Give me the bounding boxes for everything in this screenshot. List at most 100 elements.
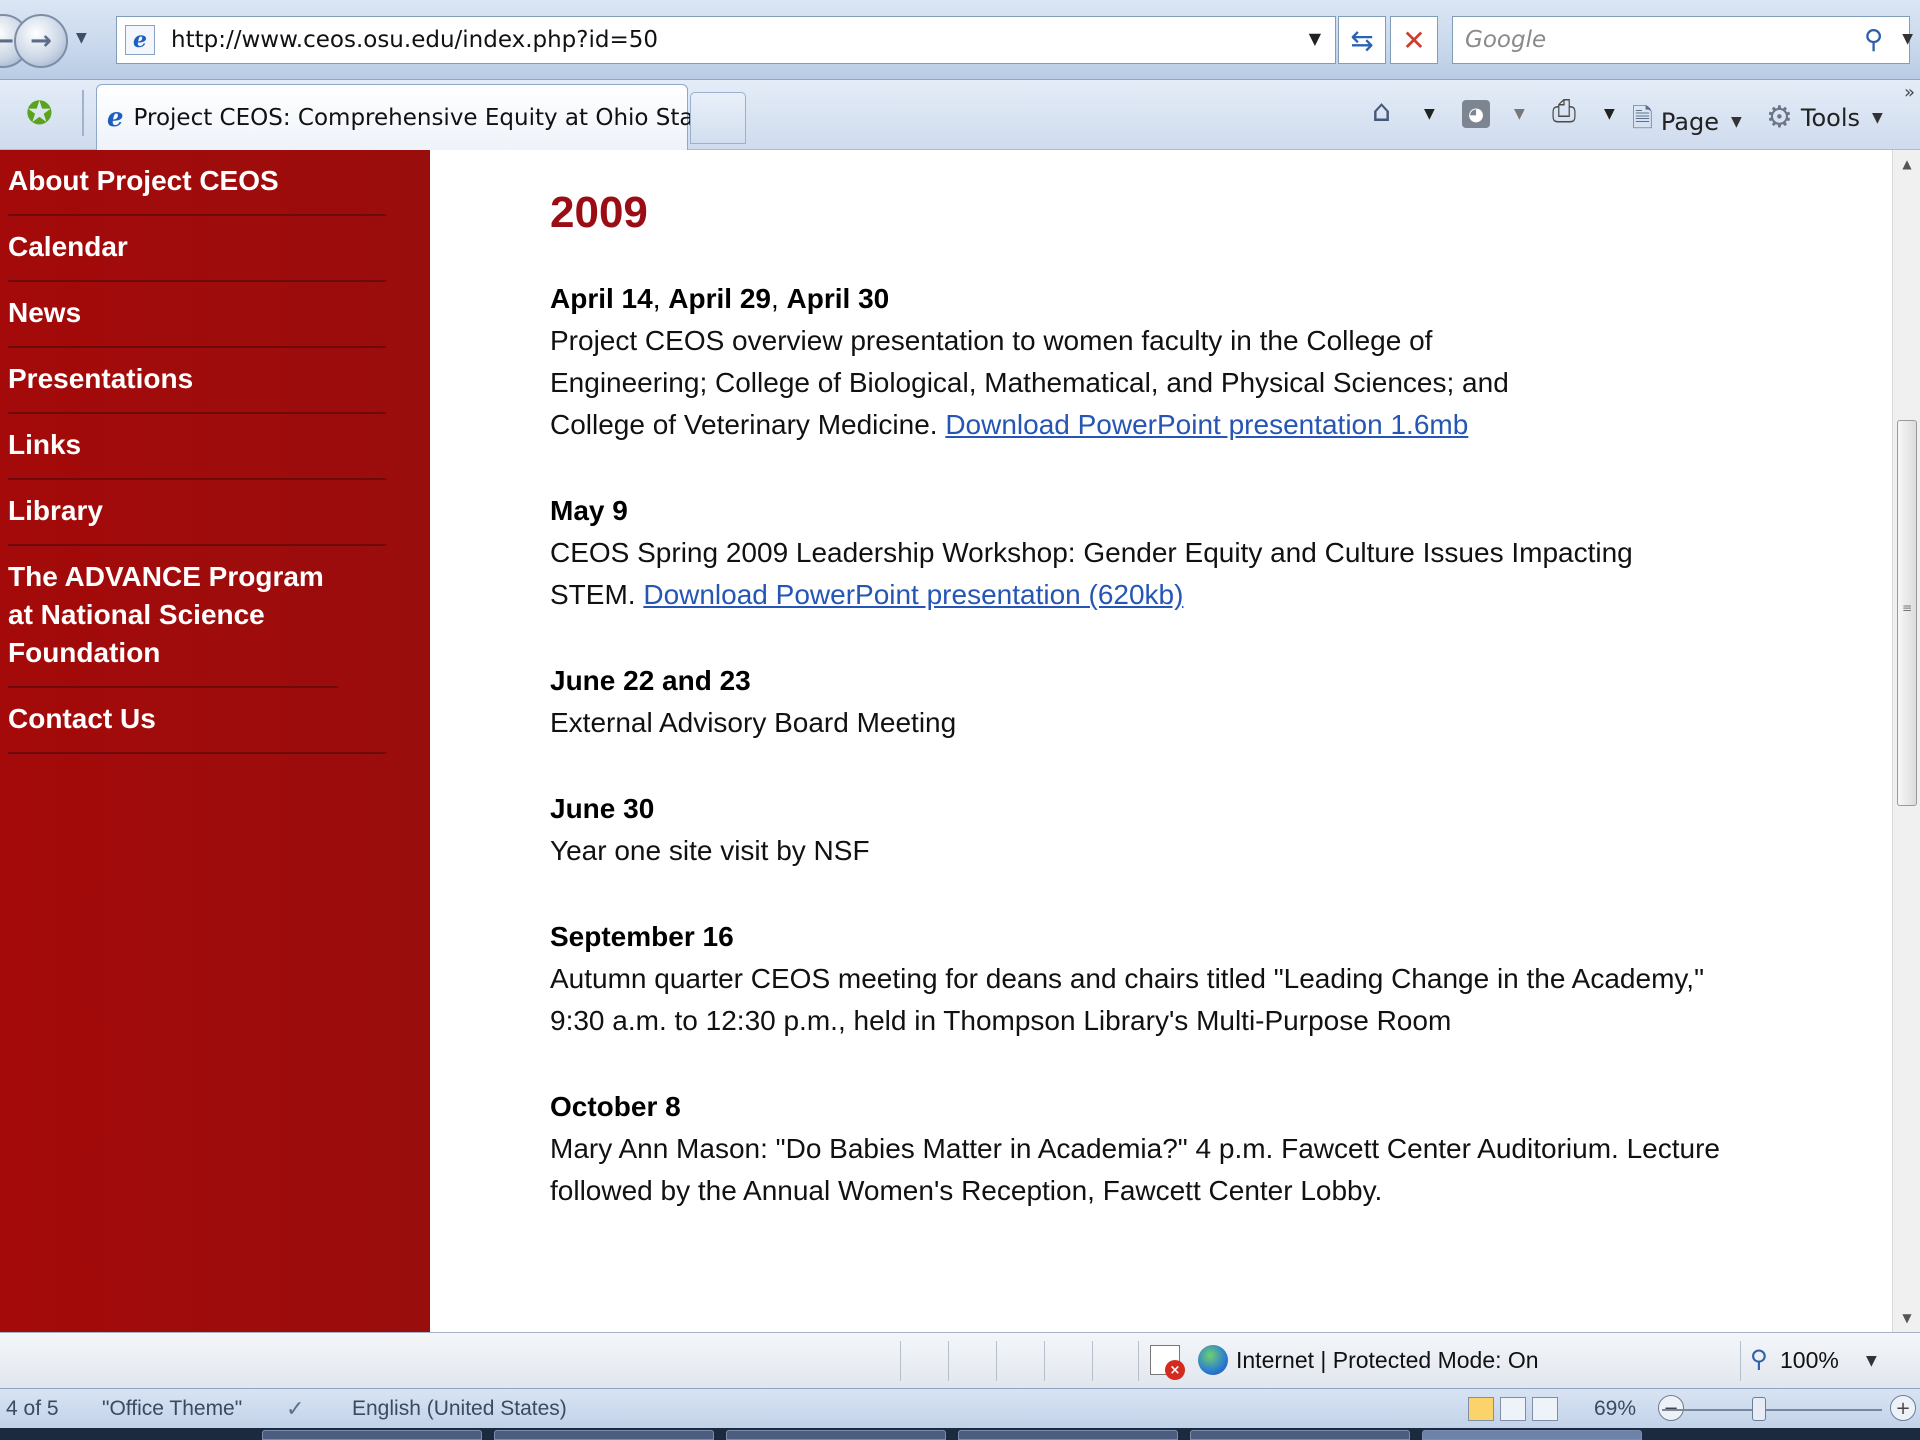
scroll-down-arrow-icon[interactable]: ▼ [1893,1304,1920,1332]
address-bar[interactable]: e http://www.ceos.osu.edu/index.php?id=5… [116,16,1336,64]
normal-view-icon[interactable] [1468,1397,1494,1421]
toolbar-divider [82,90,84,136]
sidebar-item-calendar[interactable]: Calendar [8,216,386,282]
vertical-scrollbar[interactable]: ▲ ≡ ▼ [1892,150,1920,1332]
sidebar-item-links[interactable]: Links [8,414,386,480]
page-menu-label: Page [1660,108,1720,136]
language-indicator[interactable]: English (United States) [352,1397,567,1421]
taskbar-button[interactable] [262,1430,482,1440]
event-date: September 16 [550,921,734,952]
windows-taskbar [0,1428,1920,1440]
status-divider [900,1341,901,1381]
taskbar-button[interactable] [958,1430,1178,1440]
year-heading: 2009 [550,188,648,237]
taskbar-button-active[interactable] [1422,1430,1642,1440]
main-content: 2009 April 14, April 29, April 30 Projec… [550,150,1870,1212]
scrollbar-thumb[interactable]: ≡ [1897,420,1917,806]
search-placeholder[interactable]: Google [1465,27,1546,53]
zoom-in-icon[interactable]: + [1890,1395,1916,1421]
spellcheck-icon[interactable]: ✓ [286,1397,304,1422]
page-menu-button[interactable]: 🗎 Page ▼ [1632,100,1742,144]
event-date: May 9 [550,495,628,526]
event-date: June 30 [550,793,655,824]
taskbar-button[interactable] [726,1430,946,1440]
print-dropdown-icon[interactable]: ▼ [1604,106,1615,122]
event-date-part: April 29 [668,283,771,314]
download-presentation-link[interactable]: Download PowerPoint presentation 1.6mb [945,409,1468,440]
zoom-out-icon[interactable]: − [1658,1395,1684,1421]
sidebar-item-library[interactable]: Library [8,480,386,546]
event-date-part: April 14 [550,283,653,314]
zoom-slider-knob[interactable] [1752,1397,1766,1421]
sidebar-item-news[interactable]: News [8,282,386,348]
sidebar-item-advance-program[interactable]: The ADVANCE Program at National Science … [8,546,338,688]
internet-zone-globe-icon[interactable] [1198,1345,1228,1375]
status-divider [1138,1341,1139,1381]
search-icon[interactable]: ⚲ [1864,25,1883,55]
status-divider [948,1341,949,1381]
sidebar-item-about[interactable]: About Project CEOS [8,150,386,216]
url-text[interactable]: http://www.ceos.osu.edu/index.php?id=50 [171,27,658,53]
event-item: April 14, April 29, April 30 Project CEO… [550,278,1870,446]
event-description: Year one site visit by NSF [550,835,870,866]
tools-menu-button[interactable]: ⚙ Tools ▼ [1766,100,1883,135]
feeds-dropdown-icon[interactable]: ▼ [1514,106,1525,122]
zoom-level[interactable]: 100% [1780,1347,1839,1374]
active-tab[interactable]: e Project CEOS: Comprehensive Equity at … [96,84,724,150]
zoom-dropdown-icon[interactable]: ▼ [1866,1353,1877,1369]
event-date-part: April 30 [786,283,890,314]
address-toolbar: ← → ▼ e http://www.ceos.osu.edu/index.ph… [0,0,1920,80]
ie-tab-icon: e [107,102,124,133]
scroll-grip-icon: ≡ [1902,601,1913,615]
status-bar: × Internet | Protected Mode: On ⚲ 100% ▼ [0,1332,1920,1388]
office-zoom-level[interactable]: 69% [1594,1397,1636,1421]
page-viewport: About Project CEOS Calendar News Present… [0,150,1892,1332]
security-zone-text[interactable]: Internet | Protected Mode: On [1236,1347,1539,1374]
zoom-magnifier-icon[interactable]: ⚲ [1750,1345,1768,1373]
taskbar-button[interactable] [1190,1430,1410,1440]
zoom-slider-track[interactable] [1662,1409,1882,1411]
home-dropdown-icon[interactable]: ▼ [1424,106,1435,122]
view-mode-buttons[interactable] [1468,1397,1558,1421]
event-item: June 30 Year one site visit by NSF [550,788,1870,872]
status-divider [996,1341,997,1381]
forward-button[interactable]: → [14,14,68,68]
event-date: October 8 [550,1091,681,1122]
tools-dropdown-icon: ▼ [1872,109,1883,126]
rss-feed-icon: ◕ [1462,100,1490,128]
new-tab-button[interactable] [690,92,746,144]
taskbar-button[interactable] [494,1430,714,1440]
sidebar-item-contact[interactable]: Contact Us [8,688,386,754]
gear-icon: ⚙ [1766,100,1793,135]
sidebar-item-presentations[interactable]: Presentations [8,348,386,414]
office-theme-name: "Office Theme" [102,1397,243,1420]
download-presentation-link[interactable]: Download PowerPoint presentation (620kb) [643,579,1183,610]
site-sidebar: About Project CEOS Calendar News Present… [0,150,430,1332]
date-separator: , [770,283,787,314]
slide-counter: 4 of 5 [6,1397,59,1420]
recent-pages-dropdown-icon[interactable]: ▼ [76,30,87,46]
tab-title[interactable]: Project CEOS: Comprehensive Equity at Oh… [134,105,725,131]
event-description: CEOS Spring 2009 Leadership Workshop: Ge… [550,532,1720,616]
event-date: April 14, April 29, April 30 [550,278,1870,320]
event-description: Autumn quarter CEOS meeting for deans an… [550,963,1705,1036]
search-options-dropdown-icon[interactable]: ▼ [1902,31,1913,47]
page-dropdown-icon: ▼ [1731,114,1742,130]
refresh-button[interactable]: ⇆ [1338,16,1386,64]
tab-toolbar: ✪ e Project CEOS: Comprehensive Equity a… [0,80,1920,150]
scroll-up-arrow-icon[interactable]: ▲ [1893,150,1920,178]
address-dropdown-icon[interactable]: ▼ [1309,29,1321,48]
print-icon[interactable]: ⎙ [1552,94,1576,129]
add-favorites-star-icon[interactable]: ✪ [26,94,53,132]
page-icon: 🗎 [1632,104,1653,134]
stop-button[interactable]: ✕ [1390,16,1438,64]
more-commands-chevron-icon[interactable]: » [1904,82,1915,103]
event-description: Mary Ann Mason: "Do Babies Matter in Aca… [550,1133,1720,1206]
popup-blocked-icon[interactable]: × [1150,1345,1185,1380]
search-box[interactable]: Google ⚲ ▼ [1452,16,1913,64]
slide-show-view-icon[interactable] [1532,1397,1558,1421]
slide-sorter-view-icon[interactable] [1500,1397,1526,1421]
home-icon[interactable]: ⌂ [1372,94,1391,129]
feeds-button[interactable]: ◕ [1462,100,1490,128]
event-item: September 16 Autumn quarter CEOS meeting… [550,916,1870,1042]
